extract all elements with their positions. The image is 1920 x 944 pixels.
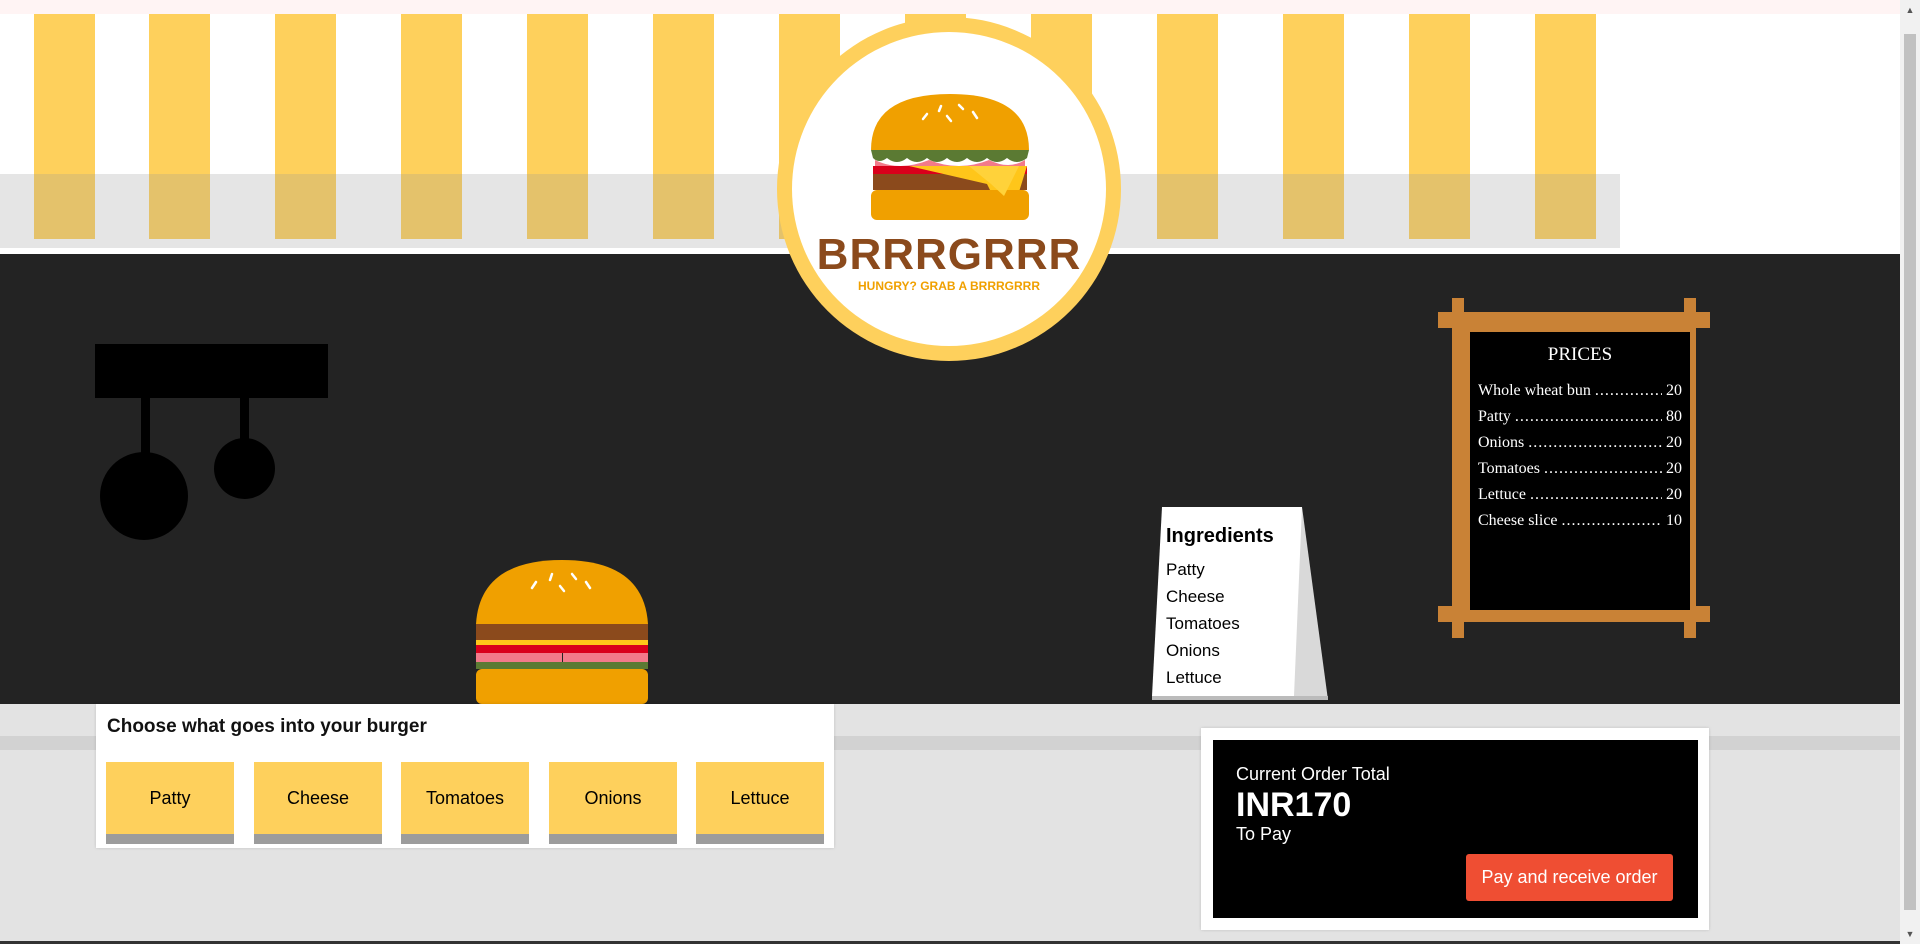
- add-cheese-button[interactable]: Cheese: [254, 762, 382, 844]
- large-pan-icon: [100, 452, 188, 540]
- small-pan-icon: [214, 438, 275, 499]
- add-tomatoes-button[interactable]: Tomatoes: [401, 762, 529, 844]
- ingredient-item: Lettuce: [1166, 668, 1222, 687]
- burger-preview-icon: [476, 560, 648, 704]
- price-row: Tomatoes20: [1478, 456, 1682, 482]
- ingredient-item: Patty: [1166, 560, 1205, 579]
- order-summary: Current Order Total INR170 To Pay Pay an…: [1213, 740, 1698, 918]
- ingredient-chooser: Choose what goes into your burger Patty …: [96, 704, 834, 848]
- brand-tagline: HUNGRY? GRAB A BRRRGRRR: [858, 279, 1040, 293]
- ingredient-item: Tomatoes: [1166, 614, 1240, 633]
- scroll-up-icon[interactable]: ▲: [1900, 0, 1920, 20]
- price-row: Cheese slice10: [1478, 508, 1682, 534]
- pan-rack: [95, 344, 328, 398]
- price-row: Patty80: [1478, 404, 1682, 430]
- scroll-thumb[interactable]: [1904, 34, 1916, 910]
- to-pay-label: To Pay: [1236, 824, 1292, 844]
- sign-content: Ingredients Patty Cheese Tomatoes Onions…: [1166, 525, 1274, 691]
- burger-preview: [474, 560, 650, 704]
- price-board-title: PRICES: [1547, 344, 1613, 365]
- brand-name: BRRRGRRR: [816, 230, 1082, 279]
- price-board: PRICES Whole wheat bun20 Patty80 Onions2…: [1438, 298, 1710, 640]
- brand-logo: BRRRGRRR HUNGRY? GRAB A BRRRGRRR: [777, 17, 1121, 361]
- board-post: [1452, 298, 1464, 638]
- ingredients-sign: Ingredients Patty Cheese Tomatoes Onions…: [1152, 507, 1328, 700]
- chalkboard: PRICES Whole wheat bun20 Patty80 Onions2…: [1464, 326, 1696, 616]
- add-lettuce-button[interactable]: Lettuce: [696, 762, 824, 844]
- pan-handle: [141, 398, 150, 458]
- order-total-amount: INR170: [1236, 786, 1352, 824]
- ingredients-title: Ingredients: [1166, 525, 1274, 547]
- chooser-title: Choose what goes into your burger: [107, 716, 427, 737]
- pay-button[interactable]: Pay and receive order: [1466, 854, 1673, 901]
- ingredient-item: Onions: [1166, 641, 1220, 660]
- scrollbar[interactable]: ▲ ▼: [1900, 0, 1920, 944]
- top-edge: [0, 0, 1900, 14]
- price-row: Lettuce20: [1478, 482, 1682, 508]
- add-patty-button[interactable]: Patty: [106, 762, 234, 844]
- add-onions-button[interactable]: Onions: [549, 762, 677, 844]
- pan-handle: [240, 398, 249, 442]
- price-row: Whole wheat bun20: [1478, 378, 1682, 404]
- order-total-label: Current Order Total: [1236, 764, 1390, 784]
- scroll-down-icon[interactable]: ▼: [1900, 924, 1920, 944]
- price-list: Whole wheat bun20 Patty80 Onions20 Tomat…: [1470, 378, 1690, 534]
- order-panel: Current Order Total INR170 To Pay Pay an…: [1201, 728, 1709, 930]
- logo-burger-icon: [871, 94, 1029, 220]
- price-row: Onions20: [1478, 430, 1682, 456]
- ingredient-item: Cheese: [1166, 587, 1225, 606]
